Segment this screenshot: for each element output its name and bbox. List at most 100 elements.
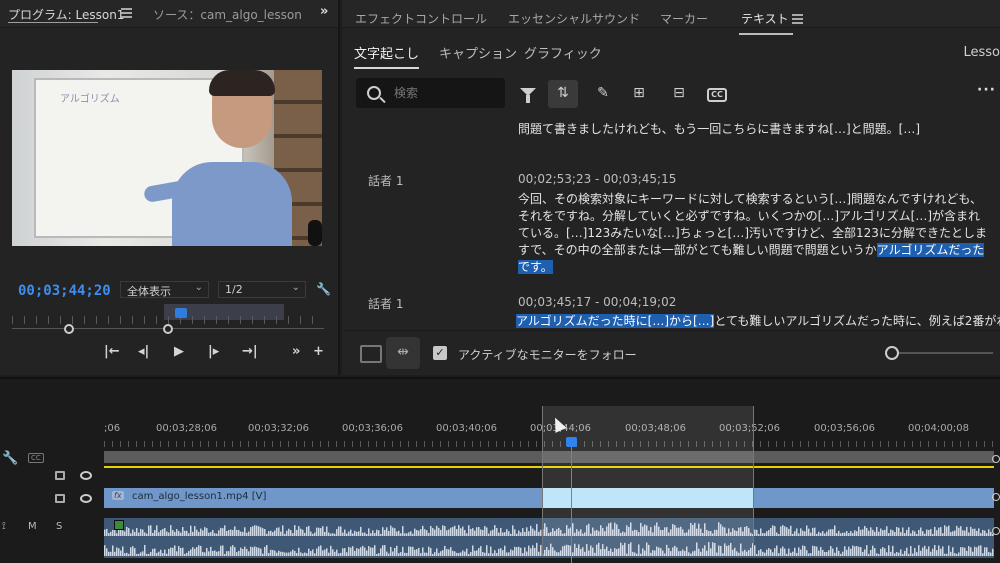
waveform-bar	[910, 533, 912, 536]
waveform-bar	[506, 529, 508, 536]
waveform-bar	[450, 547, 452, 556]
scrollbar-right-handle[interactable]	[163, 324, 173, 334]
panel-menu-icon[interactable]	[121, 8, 132, 18]
create-captions-icon[interactable]: CC	[702, 80, 732, 108]
waveform-bar	[408, 532, 410, 536]
monitor-zoom-scrollbar[interactable]	[12, 324, 324, 334]
tab-text[interactable]: テキスト	[739, 10, 793, 35]
film-icon[interactable]	[55, 494, 65, 503]
tab-source-monitor[interactable]: ソース：cam_algo_lesson1.m	[153, 6, 301, 23]
playhead-handle[interactable]	[566, 437, 577, 447]
transcript-list[interactable]: 問題て書きましたけれども、もう一回こちらに書きますね[…]と問題。[…] 話者 …	[342, 115, 1000, 328]
waveform-bar	[884, 548, 886, 556]
captions-icon[interactable]: CC	[28, 453, 44, 463]
pencil-icon[interactable]: ✎	[588, 80, 618, 108]
playback-resolution-select[interactable]: 1/2 ⌄	[218, 281, 306, 298]
track-resize-handle[interactable]	[992, 493, 1000, 501]
segment-timecode[interactable]: 00;02;53;23 - 00;03;45;15	[518, 172, 676, 186]
waveform-bar	[208, 532, 210, 536]
voice-icon[interactable]: ⟟	[2, 521, 6, 532]
waveform-bar	[962, 547, 964, 556]
step-back-icon[interactable]: ◂|	[138, 344, 149, 359]
waveform-bar	[394, 528, 396, 536]
mute-button[interactable]: M	[28, 521, 37, 532]
zoom-fit-select[interactable]: 全体表示 ⌄	[120, 281, 209, 298]
track-resize-handle[interactable]	[992, 455, 1000, 463]
settings-wrench-icon[interactable]: 🔧	[316, 282, 331, 296]
keyframe-marker[interactable]	[114, 520, 124, 530]
film-icon[interactable]	[55, 471, 65, 480]
waveform-bar	[260, 527, 262, 536]
subtab-graphics[interactable]: グラフィック	[524, 43, 602, 62]
transcript-view-icon[interactable]	[360, 345, 382, 363]
waveform-bar	[786, 553, 788, 556]
filter-icon[interactable]	[512, 80, 542, 108]
text-size-slider[interactable]	[885, 346, 993, 360]
subtab-captions[interactable]: キャプション	[439, 43, 517, 62]
search-input[interactable]	[394, 83, 498, 103]
waveform-bar	[276, 552, 278, 556]
playhead-timecode[interactable]: 00;03;44;20	[18, 283, 111, 299]
add-button-icon[interactable]: +	[313, 344, 324, 359]
slider-handle[interactable]	[885, 346, 899, 360]
speaker-merge-icon[interactable]: ⊟	[664, 80, 694, 108]
transcript-paragraph[interactable]: アルゴリズムだった時に[…]から[…]とても難しいアルゴリズムだった時に、例えば…	[516, 313, 1000, 328]
highlighted-words[interactable]: アルゴリズムだった時に[…]から[…]	[516, 314, 715, 328]
selected-time-range[interactable]	[542, 406, 754, 556]
step-forward-icon[interactable]: |▸	[208, 344, 219, 359]
more-options-icon[interactable]: ···	[977, 82, 996, 98]
transcript-paragraph[interactable]: 今回、その検索対象にキーワードに対して検索するという[…]問題なんですけれども、…	[518, 191, 988, 276]
waveform-bar	[848, 532, 850, 536]
waveform-bar	[272, 550, 274, 556]
scrollbar-left-handle[interactable]	[64, 324, 74, 334]
eye-icon[interactable]	[80, 471, 92, 480]
tab-markers[interactable]: マーカー	[660, 10, 708, 27]
go-to-in-icon[interactable]: |←	[104, 344, 120, 359]
split-segment-icon[interactable]: ⇅	[548, 80, 578, 108]
waveform-bar	[174, 545, 176, 556]
transcript-search[interactable]	[356, 78, 505, 108]
monitor-playhead[interactable]	[175, 308, 187, 318]
align-icon[interactable]: ⇹	[386, 337, 420, 369]
panel-overflow-icon[interactable]: »	[320, 4, 328, 19]
wrench-icon[interactable]: 🔧	[2, 451, 18, 466]
waveform-bar	[914, 547, 916, 556]
segment-timecode[interactable]: 00;03;45;17 - 00;04;19;02	[518, 295, 676, 309]
waveform-bar	[828, 550, 830, 556]
waveform-bar	[202, 530, 204, 536]
waveform-bar	[238, 530, 240, 536]
transcript-paragraph[interactable]: 問題て書きましたけれども、もう一回こちらに書きますね[…]と問題。[…]	[518, 121, 988, 138]
solo-button[interactable]: S	[56, 521, 62, 532]
waveform-bar	[124, 553, 126, 556]
waveform-bar	[204, 552, 206, 556]
follow-monitor-checkbox[interactable]: ✓	[433, 346, 447, 360]
monitor-time-ruler[interactable]	[12, 302, 324, 326]
waveform-bar	[236, 529, 238, 536]
tab-essential-sound[interactable]: エッセンシャルサウンド	[508, 10, 640, 27]
speaker-label[interactable]: 話者 1	[368, 172, 403, 189]
tab-effect-controls[interactable]: エフェクトコントロール	[355, 10, 487, 27]
waveform-bar	[428, 532, 430, 536]
eye-icon[interactable]	[80, 494, 92, 503]
waveform-bar	[220, 527, 222, 536]
waveform-bar	[278, 550, 280, 556]
waveform-bar	[980, 533, 982, 536]
waveform-bar	[974, 528, 976, 536]
waveform-bar	[328, 532, 330, 536]
waveform-bar	[940, 527, 942, 536]
waveform-bar	[792, 551, 794, 556]
speaker-label[interactable]: 話者 1	[368, 295, 403, 312]
waveform-bar	[816, 533, 818, 536]
waveform-bar	[440, 551, 442, 556]
tab-program-monitor[interactable]: プログラム: Lesson1	[8, 6, 124, 23]
track-resize-handle[interactable]	[992, 527, 1000, 535]
panel-menu-icon[interactable]	[792, 14, 803, 24]
merge-segments-icon[interactable]: ⊞	[624, 80, 654, 108]
go-to-out-icon[interactable]: →|	[242, 344, 258, 359]
subtab-transcript[interactable]: 文字起こし	[354, 43, 420, 69]
waveform-bar	[392, 551, 394, 556]
play-icon[interactable]: ▶	[174, 344, 184, 359]
waveform-bar	[452, 526, 454, 536]
more-controls-icon[interactable]: »	[292, 344, 300, 359]
waveform-bar	[286, 530, 288, 536]
